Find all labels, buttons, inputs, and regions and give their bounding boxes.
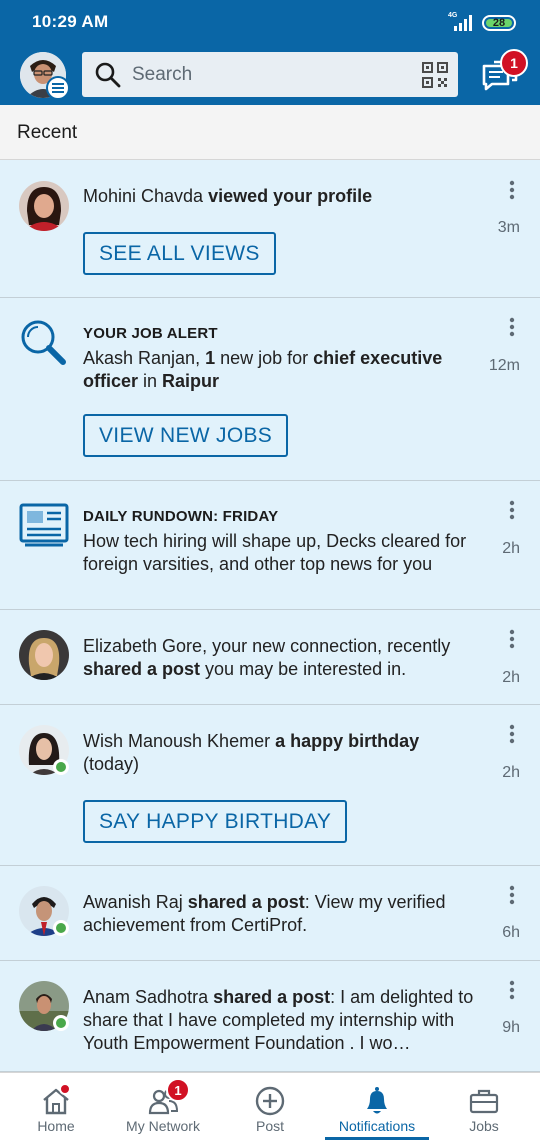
timestamp: 9h	[502, 1019, 520, 1036]
notification-text: YOUR JOB ALERT Akash Ranjan, 1 new job f…	[83, 322, 478, 393]
briefcase-icon	[469, 1089, 499, 1114]
timestamp: 3m	[497, 219, 520, 236]
news-headline: How tech hiring will shape up, Decks cle…	[83, 531, 467, 574]
notification-action: viewed your profile	[203, 186, 373, 206]
more-options-icon[interactable]	[502, 179, 522, 203]
battery-icon: 28	[482, 15, 516, 31]
battery-level: 28	[492, 17, 506, 29]
actor-name: Mohini Chavda	[83, 186, 204, 206]
notification-item[interactable]: Mohini Chavda viewed your profile 3m SEE…	[0, 161, 540, 298]
app-header: Search 1	[0, 44, 540, 105]
text-segment: Anam Sadhotra	[83, 987, 214, 1007]
notification-text: Anam Sadhotra shared a post: I am deligh…	[83, 986, 478, 1055]
section-title: Recent	[17, 122, 78, 143]
text-segment: you may be interested in.	[200, 659, 407, 679]
notification-text: Wish Manoush Khemer a happy birthday (to…	[83, 730, 478, 776]
notification-kicker: DAILY RUNDOWN: FRIDAY	[83, 508, 279, 525]
notification-item[interactable]: Elizabeth Gore, your new connection, rec…	[0, 610, 540, 705]
nav-label: Jobs	[469, 1118, 499, 1134]
notification-action: a happy birthday	[275, 731, 420, 751]
more-options-icon[interactable]	[502, 499, 522, 523]
notification-action: shared a post	[213, 987, 331, 1007]
more-options-icon[interactable]	[502, 316, 522, 340]
nav-jobs[interactable]: Jobs	[452, 1073, 516, 1140]
notification-text: DAILY RUNDOWN: FRIDAY How tech hiring wi…	[83, 505, 478, 576]
avatar	[19, 181, 69, 231]
profile-avatar-button[interactable]	[20, 52, 70, 100]
timestamp: 2h	[502, 540, 520, 557]
nav-home[interactable]: Home	[24, 1073, 88, 1140]
say-happy-birthday-button[interactable]: SAY HAPPY BIRTHDAY	[83, 800, 348, 843]
search-input[interactable]: Search	[82, 52, 458, 97]
search-placeholder: Search	[132, 64, 193, 85]
see-all-views-button[interactable]: SEE ALL VIEWS	[83, 232, 276, 275]
text-segment: Elizabeth Gore, your new connection, rec…	[83, 636, 451, 656]
timestamp: 2h	[502, 669, 520, 686]
section-header: Recent	[0, 105, 540, 160]
text-segment: in	[138, 371, 163, 391]
more-options-icon[interactable]	[502, 723, 522, 747]
more-options-icon[interactable]	[502, 979, 522, 1003]
text-segment: Akash Ranjan,	[83, 348, 206, 368]
nav-label: Post	[255, 1118, 284, 1134]
text-segment: new job for	[215, 348, 314, 368]
signal-icon: 4G	[446, 12, 474, 32]
notification-item[interactable]: DAILY RUNDOWN: FRIDAY How tech hiring wi…	[0, 481, 540, 610]
notification-text: Awanish Raj shared a post: View my verif…	[83, 891, 478, 937]
view-new-jobs-button[interactable]: VIEW NEW JOBS	[83, 414, 289, 457]
network-type: 4G	[448, 12, 458, 19]
notification-text: Mohini Chavda viewed your profile	[83, 185, 478, 208]
news-icon	[19, 501, 69, 551]
network-count-badge: 1	[166, 1078, 190, 1102]
nav-post[interactable]: Post	[238, 1073, 302, 1140]
bottom-navigation: Home My Network 1 Post Notifications Job…	[0, 1072, 540, 1140]
nav-label: Notifications	[338, 1118, 416, 1134]
notification-item[interactable]: YOUR JOB ALERT Akash Ranjan, 1 new job f…	[0, 298, 540, 481]
online-status-icon	[53, 1015, 69, 1031]
text-segment: Wish Manoush Khemer	[83, 731, 276, 751]
online-status-icon	[53, 920, 69, 936]
nav-label: My Network	[126, 1118, 200, 1134]
avatar	[19, 630, 69, 680]
job-location: Raipur	[162, 371, 220, 391]
job-search-icon	[19, 318, 69, 368]
notification-text: Elizabeth Gore, your new connection, rec…	[83, 635, 478, 681]
more-options-icon[interactable]	[502, 628, 522, 652]
nav-notifications[interactable]: Notifications	[325, 1073, 429, 1140]
nav-label: Home	[37, 1118, 75, 1134]
menu-icon	[46, 76, 70, 100]
notification-item[interactable]: Wish Manoush Khemer a happy birthday (to…	[0, 705, 540, 866]
notification-item[interactable]: Anam Sadhotra shared a post: I am deligh…	[0, 961, 540, 1072]
notification-kicker: YOUR JOB ALERT	[83, 325, 218, 342]
bell-icon	[367, 1087, 387, 1114]
status-time: 10:29 AM	[32, 12, 109, 31]
home-unread-dot	[59, 1083, 71, 1095]
qr-code-icon[interactable]	[422, 62, 448, 88]
text-segment: Awanish Raj	[83, 892, 188, 912]
messages-count-badge: 1	[500, 49, 528, 77]
notification-action: shared a post	[83, 659, 201, 679]
timestamp: 2h	[502, 764, 520, 781]
notification-action: shared a post	[187, 892, 305, 912]
timestamp: 6h	[502, 924, 520, 941]
timestamp: 12m	[488, 357, 520, 374]
notification-item[interactable]: Awanish Raj shared a post: View my verif…	[0, 866, 540, 961]
search-icon	[95, 62, 121, 88]
nav-my-network[interactable]: My Network 1	[120, 1073, 206, 1140]
status-bar: 10:29 AM 4G 28	[0, 0, 540, 44]
add-post-icon	[255, 1086, 285, 1116]
text-segment: (today)	[83, 754, 140, 774]
job-count: 1	[205, 348, 216, 368]
status-icons: 4G 28	[446, 12, 516, 34]
online-status-icon	[53, 759, 69, 775]
more-options-icon[interactable]	[502, 884, 522, 908]
